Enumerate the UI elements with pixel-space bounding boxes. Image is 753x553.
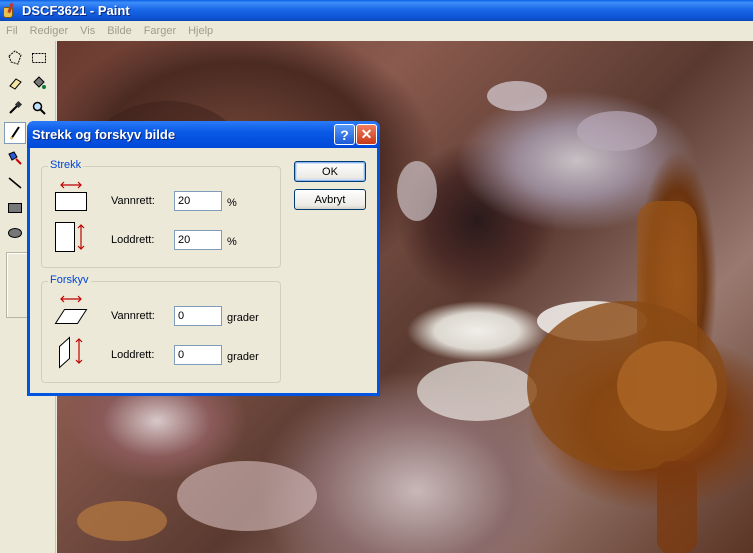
window-title: DSCF3621 - Paint (22, 3, 130, 18)
skew-vertical-unit: grader (227, 351, 259, 363)
stretch-group: Strekk Vannrett: % Lo (41, 159, 281, 268)
menu-hjelp[interactable]: Hjelp (182, 25, 219, 37)
stretch-group-label: Strekk (48, 159, 84, 171)
brush-icon[interactable] (4, 147, 26, 169)
help-button[interactable]: ? (334, 124, 355, 145)
menu-bilde[interactable]: Bilde (101, 25, 137, 37)
eraser-icon[interactable] (4, 72, 26, 94)
skew-vertical-label: Loddrett: (111, 349, 155, 361)
skew-group: Forskyv Vannrett: grader (41, 274, 281, 383)
line-icon[interactable] (4, 172, 26, 194)
rectangle-icon[interactable] (4, 197, 26, 219)
stretch-horizontal-label: Vannrett: (111, 195, 155, 207)
stretch-horizontal-icon (54, 181, 88, 216)
skew-vertical-icon (54, 335, 88, 372)
fill-bucket-icon[interactable] (28, 72, 50, 94)
menu-fil[interactable]: Fil (0, 25, 24, 37)
free-select-icon[interactable] (4, 47, 26, 69)
skew-horizontal-input[interactable] (174, 306, 222, 326)
dialog-title: Strekk og forskyv bilde (32, 127, 176, 142)
menu-vis[interactable]: Vis (74, 25, 101, 37)
menu-farger[interactable]: Farger (138, 25, 182, 37)
close-button[interactable]: ✕ (356, 124, 377, 145)
stretch-skew-dialog: Strekk og forskyv bilde ? ✕ Strekk Vannr… (27, 121, 380, 396)
ok-button[interactable]: OK (294, 161, 366, 182)
menu-bar: Fil Rediger Vis Bilde Farger Hjelp (0, 21, 753, 41)
paint-app-icon (1, 2, 17, 19)
skew-horizontal-unit: grader (227, 312, 259, 324)
skew-horizontal-label: Vannrett: (111, 310, 155, 322)
skew-horizontal-icon (54, 295, 88, 330)
magnifier-icon[interactable] (28, 97, 50, 119)
dialog-titlebar[interactable]: Strekk og forskyv bilde (27, 121, 380, 148)
stretch-vertical-input[interactable] (174, 230, 222, 250)
rect-select-icon[interactable] (28, 47, 50, 69)
cancel-button[interactable]: Avbryt (294, 189, 366, 210)
pencil-icon[interactable] (4, 122, 26, 144)
stretch-vertical-unit: % (227, 236, 237, 248)
stretch-vertical-label: Loddrett: (111, 234, 155, 246)
ellipse-icon[interactable] (4, 222, 26, 244)
stretch-horizontal-input[interactable] (174, 191, 222, 211)
color-picker-icon[interactable] (4, 97, 26, 119)
skew-vertical-input[interactable] (174, 345, 222, 365)
stretch-horizontal-unit: % (227, 197, 237, 209)
dialog-body: Strekk Vannrett: % Lo (30, 148, 377, 393)
menu-rediger[interactable]: Rediger (24, 25, 75, 37)
skew-group-label: Forskyv (48, 274, 91, 286)
stretch-vertical-icon (54, 221, 88, 256)
window-titlebar[interactable]: DSCF3621 - Paint (0, 0, 753, 21)
